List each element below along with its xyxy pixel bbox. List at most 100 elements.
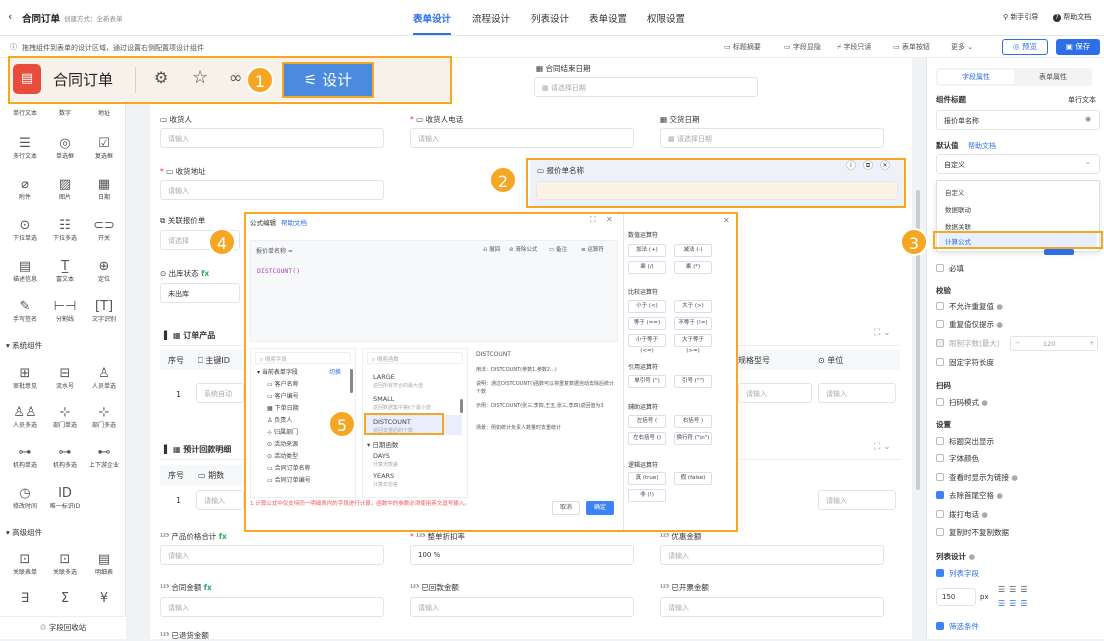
op-single-quote[interactable]: 单引号 ('')	[628, 375, 666, 388]
comp-ocr[interactable]: [T] 文字识别	[84, 300, 124, 324]
formula-expression[interactable]: DISTCOUNT()	[257, 267, 300, 275]
field-item[interactable]: ▦ 下单日期	[267, 403, 299, 412]
comp-divider[interactable]: ⊢⊣ 分割线	[45, 300, 85, 324]
comp-approval[interactable]: ⊞ 审批意见	[5, 367, 45, 391]
op-gte[interactable]: 大于等于 (>=)	[674, 334, 712, 354]
op-false[interactable]: 假 (false)	[674, 472, 712, 485]
field-item[interactable]: ⊙ 活动来源	[267, 439, 298, 448]
preview-button[interactable]: ◎ 预览	[1002, 39, 1048, 55]
align-icons[interactable]: ☰☰☰	[998, 585, 1032, 594]
tab-form-settings[interactable]: 表单设置	[589, 11, 627, 25]
save-button[interactable]: ▣ 保存	[1056, 39, 1100, 55]
op-not[interactable]: 非 (!)	[628, 489, 666, 502]
contract-amount-input[interactable]: 请输入	[160, 597, 384, 617]
comp-user-multi[interactable]: ♙♙ 人员多选	[5, 406, 45, 430]
op-lparen[interactable]: 左括号 (	[628, 415, 666, 428]
confirm-button[interactable]: 确定	[586, 501, 614, 515]
func-years[interactable]: YEARS	[373, 472, 394, 480]
list-field-checkbox[interactable]: 列表字段	[936, 568, 979, 579]
op-rparen[interactable]: 右括号 )	[674, 415, 712, 428]
operators-close-icon[interactable]: ✕	[723, 216, 730, 225]
show-link-checkbox[interactable]: 查看时显示为链接 ●	[936, 472, 1018, 483]
dial-phone-checkbox[interactable]: 拨打电话 ●	[936, 509, 988, 520]
help-link[interactable]: ? 帮助文档	[1053, 12, 1091, 22]
valign-icons[interactable]: ☰☰☰	[998, 599, 1032, 608]
field-list-scrollbar[interactable]	[350, 369, 353, 393]
comp-serial[interactable]: ⊟ 流水号	[45, 367, 85, 391]
formula-editor[interactable]: 报价单名称 = ⎌ 撤回 ⊘ 清除公式 ▭ 备注 ≡ 运算符 DISTCOUNT…	[250, 240, 618, 342]
eye-icon[interactable]: ◉	[1085, 115, 1091, 123]
field-item[interactable]: ♙ 负责人	[267, 415, 292, 424]
comp-description[interactable]: ▤ 描述信息	[5, 260, 45, 284]
comp-single-text[interactable]: 单行文本	[5, 108, 45, 117]
comp-checkbox[interactable]: ☑ 复选框	[84, 137, 124, 161]
op-gt[interactable]: 大于 (>)	[674, 300, 712, 313]
contract-end-date-input[interactable]: ▦ 请选择日期	[534, 77, 758, 97]
option-data-linkage[interactable]: 数据联动	[945, 204, 971, 214]
plan-last-cell[interactable]: 请输入	[818, 490, 896, 510]
op-neq[interactable]: 不等于 (!=)	[674, 317, 712, 330]
comp-supply-chain[interactable]: ⊷ 上下游企业	[84, 446, 124, 470]
comp-modified-time[interactable]: ◷ 修改时间	[5, 487, 45, 511]
op-true[interactable]: 真 (true)	[628, 472, 666, 485]
comp-dept-single[interactable]: ⊹ 部门单选	[45, 406, 85, 430]
search-field-input[interactable]: ⌕ 搜索字段	[255, 352, 351, 364]
advanced-components-title[interactable]: ▾ 高级组件	[6, 527, 42, 538]
unit-cell[interactable]: 请输入	[818, 383, 896, 403]
tool-form-buttons[interactable]: ▭ 表单按钮	[893, 42, 930, 52]
op-lt[interactable]: 小于 (<)	[628, 300, 666, 313]
tree-root[interactable]: ▾ 当前表单字段	[257, 367, 298, 376]
field-item[interactable]: ▭ 合同订单名称	[267, 463, 311, 472]
expand-icon[interactable]: ⛶ ⌄	[874, 328, 891, 338]
tab-list-design[interactable]: 列表设计	[531, 11, 569, 25]
tool-field-visibility[interactable]: ▭ 字段显隐	[784, 42, 821, 52]
formula-tool-undo[interactable]: ⎌ 撤回	[483, 245, 500, 254]
field-item[interactable]: ▭ 合同订单编号	[267, 475, 311, 484]
func-days[interactable]: DAYS	[373, 452, 390, 460]
formula-tool-note[interactable]: ▭ 备注	[549, 245, 567, 253]
comp-number[interactable]: 数字	[45, 108, 85, 117]
cancel-button[interactable]: 取消	[552, 501, 580, 515]
receiver-phone-input[interactable]: 请输入	[410, 128, 634, 148]
field-item[interactable]: ⊹ 归属部门	[267, 427, 298, 436]
comp-dropdown-single[interactable]: ⊙ 下拉单选	[5, 219, 45, 243]
tab-form-design[interactable]: 表单设计	[413, 11, 451, 25]
comp-radio[interactable]: ◎ 单选框	[45, 137, 85, 161]
tab-form-properties[interactable]: 表单属性	[1016, 70, 1090, 84]
op-eq[interactable]: 等于 (==)	[628, 317, 666, 330]
expand-icon-2[interactable]: ⛶ ⌄	[874, 442, 891, 452]
comp-address[interactable]: 地址	[84, 108, 124, 117]
op-lte[interactable]: 小于等于 (<=)	[628, 334, 666, 354]
tool-title-summary[interactable]: ▭ 标题摘要	[724, 42, 761, 52]
date-func-group[interactable]: ▾ 日期函数	[367, 439, 398, 449]
field-item[interactable]: ⊙ 活动类型	[267, 451, 298, 460]
search-func-input[interactable]: ⌕ 搜索函数	[367, 352, 463, 364]
periods-cell[interactable]: 请输入	[196, 490, 244, 510]
formula-help-link[interactable]: 帮助文档	[281, 217, 307, 227]
comp-dropdown-multi[interactable]: ☷ 下拉多选	[45, 219, 85, 243]
no-copy-checkbox[interactable]: 复制时不复制数据	[936, 527, 1009, 538]
op-newline[interactable]: 换行符 ("\n")	[674, 432, 712, 445]
comp-date[interactable]: ▦ 日期	[84, 178, 124, 202]
op-div[interactable]: 乘 (/)	[628, 261, 666, 274]
max-chars-stepper[interactable]: −120 +	[1010, 336, 1098, 351]
comp-rich-text[interactable]: T̲ 富文本	[45, 260, 85, 284]
formula-tool-operators[interactable]: ≡ 运算符	[581, 245, 604, 253]
option-custom[interactable]: 自定义	[945, 187, 965, 197]
op-parens[interactable]: 左右括号 ()	[628, 432, 666, 445]
scan-mode-checkbox[interactable]: 扫码模式 ●	[936, 397, 988, 408]
ship-address-input[interactable]: 请输入	[160, 180, 384, 200]
tab-flow-design[interactable]: 流程设计	[472, 11, 510, 25]
option-data-association[interactable]: 数据关联	[945, 221, 971, 231]
received-input[interactable]: 请输入	[410, 597, 634, 617]
guide-link[interactable]: ⚲ 新手引导	[1003, 12, 1038, 22]
spec-cell[interactable]: 请输入	[738, 383, 812, 403]
comp-signature[interactable]: ✎ 手写签名	[5, 300, 45, 324]
recycle-bin[interactable]: ♲ 字段回收站	[0, 616, 126, 639]
font-color-checkbox[interactable]: 字体颜色	[936, 453, 979, 464]
trim-spaces-checkbox[interactable]: 去除首尾空格 ●	[936, 490, 1003, 501]
tool-more[interactable]: 更多 ⌄	[951, 42, 973, 52]
comp-detail-table[interactable]: ▤ 明细表	[84, 553, 124, 577]
highlight-title-checkbox[interactable]: 标题突出显示	[936, 436, 994, 447]
comp-currency[interactable]: ¥	[84, 592, 124, 606]
